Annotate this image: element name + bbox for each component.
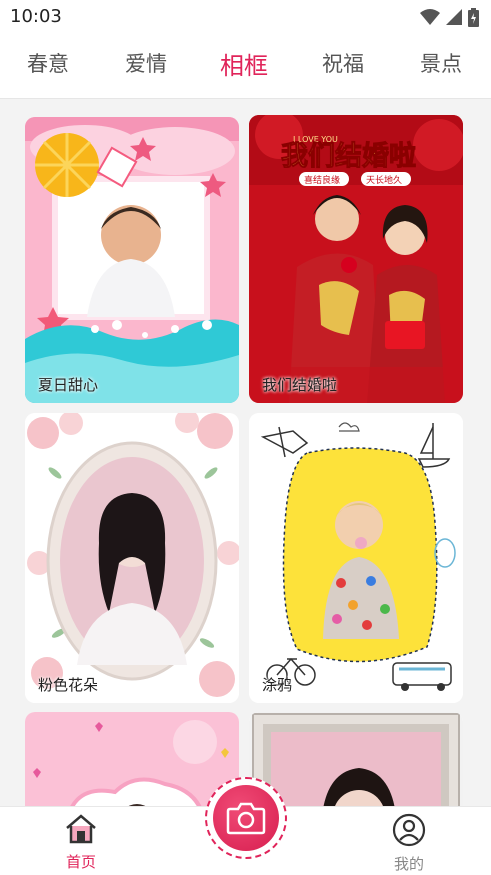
template-card-flowers[interactable]: 粉色花朵 [25, 413, 239, 703]
banner-title: 我们结婚啦 [281, 140, 416, 172]
status-time: 10:03 [10, 6, 62, 27]
hearts-frame-image [25, 712, 239, 806]
wifi-icon [420, 9, 440, 25]
banner-tag-2: 天长地久 [366, 174, 402, 186]
tab-zhufu[interactable]: 祝福 [322, 48, 364, 78]
tab-jingdian[interactable]: 景点 [420, 48, 462, 78]
signal-icon [446, 9, 462, 25]
tab-xiangkuang[interactable]: 相框 [220, 46, 268, 81]
wedding-frame-image: I LOVE YOU 我们结婚啦 喜结良缘 天长地久 [249, 115, 463, 403]
template-card-summer[interactable]: 夏日甜心 [25, 117, 239, 403]
flowers-frame-image [25, 413, 239, 703]
camera-button-core [213, 785, 279, 851]
tab-chunyi[interactable]: 春意 [27, 48, 69, 78]
battery-icon [468, 7, 479, 27]
template-card-wooden[interactable] [249, 712, 463, 806]
category-tabs: 春意 爱情 相框 祝福 景点 [0, 34, 491, 99]
summer-frame-image [25, 117, 239, 403]
profile-icon [392, 813, 426, 847]
nav-home-label: 首页 [65, 853, 96, 871]
doodle-frame-image [249, 413, 463, 703]
camera-button[interactable] [205, 777, 287, 859]
card-label: 涂鸦 [262, 676, 293, 694]
nav-mine-label: 我的 [393, 855, 424, 873]
template-card-doodle[interactable]: 涂鸦 [249, 413, 463, 703]
template-card-hearts[interactable] [25, 712, 239, 806]
card-label: 粉色花朵 [38, 676, 99, 694]
banner-tag-1: 喜结良缘 [304, 174, 340, 186]
camera-icon [226, 802, 266, 835]
wooden-frame-image [249, 712, 463, 806]
template-card-wedding[interactable]: I LOVE YOU 我们结婚啦 喜结良缘 天长地久 我们结婚啦 [249, 115, 463, 403]
template-grid: 夏日甜心 I LOVE YOU 我们结婚啦 喜结良缘 天长地久 我们结婚啦 粉色… [0, 100, 491, 806]
status-icons [420, 7, 479, 27]
nav-home[interactable]: 首页 [51, 813, 111, 872]
tab-aiqing[interactable]: 爱情 [125, 48, 167, 78]
card-label: 我们结婚啦 [262, 376, 338, 394]
home-icon [66, 814, 96, 844]
nav-mine[interactable]: 我的 [379, 813, 439, 874]
status-bar: 10:03 [0, 0, 491, 34]
card-label: 夏日甜心 [38, 376, 99, 394]
